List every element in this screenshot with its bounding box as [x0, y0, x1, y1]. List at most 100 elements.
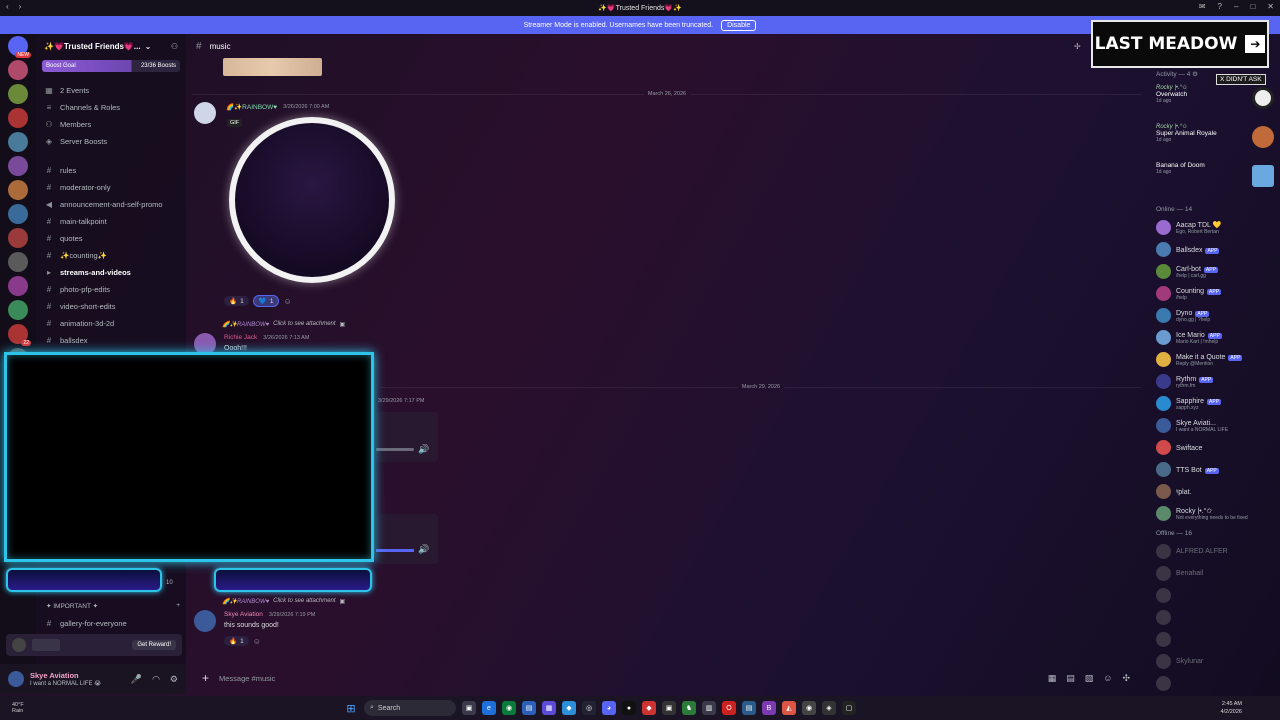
message-author[interactable]: Richie Jack	[224, 334, 257, 341]
channel-video-short-edits[interactable]: # video-short-edits	[36, 298, 186, 315]
member-item[interactable]	[1150, 606, 1280, 628]
reply-preview[interactable]: 🌈✨RAINBOW♥ Click to see attachment ▣	[222, 321, 345, 328]
minimize-icon[interactable]: –	[1234, 2, 1238, 11]
add-reaction-icon[interactable]: ☺	[283, 297, 291, 306]
teams-icon[interactable]: ▦	[542, 701, 556, 715]
audio-player[interactable]: 🔊	[376, 514, 438, 564]
member-item[interactable]	[1150, 628, 1280, 650]
add-reaction-icon[interactable]: ☺	[253, 637, 261, 646]
channel-animation[interactable]: # animation-3d-2d	[36, 315, 186, 332]
steam-icon[interactable]: ◎	[582, 701, 596, 715]
member-item[interactable]: Sapphire APP sapph.xyz	[1150, 392, 1280, 414]
audio-seek-bar[interactable]	[376, 549, 414, 552]
app-icon[interactable]: B	[762, 701, 776, 715]
maximize-icon[interactable]: □	[1250, 2, 1255, 11]
app-icon[interactable]: ●	[622, 701, 636, 715]
add-attachment-icon[interactable]: +	[202, 671, 209, 685]
member-item[interactable]: ALFRED ALFER	[1150, 540, 1280, 562]
member-item[interactable]	[1150, 672, 1280, 694]
boost-goal-bar[interactable]: Boost Goal 23/36 Boosts	[42, 60, 180, 72]
server-icon[interactable]	[8, 180, 28, 200]
member-item[interactable]: Swiftace	[1150, 436, 1280, 458]
channel-photo-pfp-edits[interactable]: # photo-pfp-edits	[36, 281, 186, 298]
server-icon[interactable]	[8, 84, 28, 104]
member-item[interactable]: Aacap TDL 💛 Ego, Robert Bertan	[1150, 216, 1280, 238]
volume-icon[interactable]: 🔊	[418, 544, 429, 555]
activity-card[interactable]: Banana of Doom 1d ago	[1150, 159, 1280, 198]
channel-moderator-only[interactable]: # moderator-only	[36, 179, 186, 196]
close-icon[interactable]: ✕	[1267, 2, 1274, 11]
message-author[interactable]: 🌈✨RAINBOW♥	[226, 103, 277, 111]
volume-icon[interactable]: 🔊	[418, 444, 429, 455]
member-item[interactable]	[1150, 584, 1280, 606]
audio-seek-bar[interactable]	[376, 448, 414, 451]
member-item[interactable]: Carl-bot APP/help | carl.gg	[1150, 260, 1280, 282]
reaction[interactable]: 💙 1	[252, 295, 280, 307]
attachment-thumbnail[interactable]	[223, 58, 322, 76]
message-avatar[interactable]	[194, 102, 216, 124]
message-author[interactable]: Skye Aviation	[224, 611, 263, 618]
server-icon[interactable]	[8, 228, 28, 248]
add-channel-icon[interactable]: +	[176, 602, 186, 610]
channel-rules[interactable]: # rules	[36, 162, 186, 179]
emoji-icon[interactable]: ☺	[1103, 673, 1112, 684]
taskbar-search[interactable]: ⌕ Search	[364, 700, 456, 716]
forward-icon[interactable]: ›	[19, 2, 22, 11]
gif-image[interactable]	[229, 117, 395, 283]
add-member-icon[interactable]: ⚇	[171, 42, 178, 51]
server-icon[interactable]	[8, 132, 28, 152]
activity-card[interactable]: Rocky |•.°✩ Super Animal Royale 1d ago	[1150, 120, 1280, 159]
member-item[interactable]: Dyno APP dyno.gg | ?help	[1150, 304, 1280, 326]
gift-icon[interactable]: ▦	[1048, 673, 1057, 684]
audio-player[interactable]: 🔊	[376, 412, 438, 462]
member-item[interactable]: Make it a Quote APP Reply @Mention	[1150, 348, 1280, 370]
mute-icon[interactable]: 🎤	[131, 674, 142, 685]
events-item[interactable]: ▦ 2 Events	[36, 82, 186, 99]
member-item[interactable]: Ice Mario APP Mario Kart | !mhelp	[1150, 326, 1280, 348]
brave-icon[interactable]: ◭	[782, 701, 796, 715]
help-icon[interactable]: ?	[1218, 2, 1222, 11]
chrome-icon[interactable]: ◉	[502, 701, 516, 715]
reply-preview[interactable]: 🌈✨RAINBOW♥ Click to see attachment ▣	[222, 598, 345, 605]
pin-icon[interactable]: ✢	[1074, 42, 1081, 51]
reaction[interactable]: 🔥 1	[224, 636, 249, 646]
app-icon[interactable]: ▢	[842, 701, 856, 715]
channel-gallery-for-everyone[interactable]: # gallery-for-everyone	[36, 615, 186, 632]
members-item[interactable]: ⚇ Members	[36, 116, 186, 133]
app-icon[interactable]: ◆	[642, 701, 656, 715]
discord-icon[interactable]: ◕	[602, 701, 616, 715]
member-item[interactable]: Benahail	[1150, 562, 1280, 584]
member-item[interactable]: Skye Aviati... I want a NORMAL LIFE	[1150, 414, 1280, 436]
member-item[interactable]: Skylunar	[1150, 650, 1280, 672]
back-icon[interactable]: ‹	[6, 2, 9, 11]
disable-streamer-mode-button[interactable]: Disable	[721, 19, 757, 31]
server-boosts-item[interactable]: ◈ Server Boosts	[36, 133, 186, 150]
member-item[interactable]: Counting APP/help	[1150, 282, 1280, 304]
server-icon[interactable]	[8, 252, 28, 272]
app-icon[interactable]: ◆	[562, 701, 576, 715]
server-icon[interactable]	[8, 276, 28, 296]
settings-icon[interactable]: ⚙	[1192, 71, 1198, 78]
app-icon[interactable]: ▥	[702, 701, 716, 715]
member-item[interactable]: ᵞplat.	[1150, 480, 1280, 502]
edge-icon[interactable]: e	[482, 701, 496, 715]
task-view-icon[interactable]: ▣	[462, 701, 476, 715]
server-icon[interactable]	[8, 108, 28, 128]
channel-counting[interactable]: # ✨counting✨	[36, 247, 186, 264]
guild-header[interactable]: ✨💗Trusted Friends💗... ⌄ ⚇	[36, 34, 186, 58]
app-icon[interactable]: ◈	[822, 701, 836, 715]
app-icon[interactable]: ◉	[802, 701, 816, 715]
server-icon[interactable]	[8, 60, 28, 80]
opera-icon[interactable]: O	[722, 701, 736, 715]
app-icon[interactable]: ▤	[742, 701, 756, 715]
app-icon[interactable]: ♞	[682, 701, 696, 715]
reaction[interactable]: 🔥 1	[224, 296, 249, 306]
activity-card[interactable]: Rocky |•.°✩ Overwatch 1d ago	[1150, 81, 1280, 120]
user-avatar[interactable]	[8, 671, 24, 687]
channel-announcement[interactable]: ◀ announcement-and-self-promo	[36, 196, 186, 213]
server-icon[interactable]	[8, 300, 28, 320]
gif-icon[interactable]: ▤	[1066, 673, 1075, 684]
server-icon[interactable]: 22	[8, 324, 31, 346]
app-icon[interactable]: ▣	[662, 701, 676, 715]
user-info[interactable]: Skye Aviation I want a NORMAL LIFE 😭	[30, 671, 101, 687]
